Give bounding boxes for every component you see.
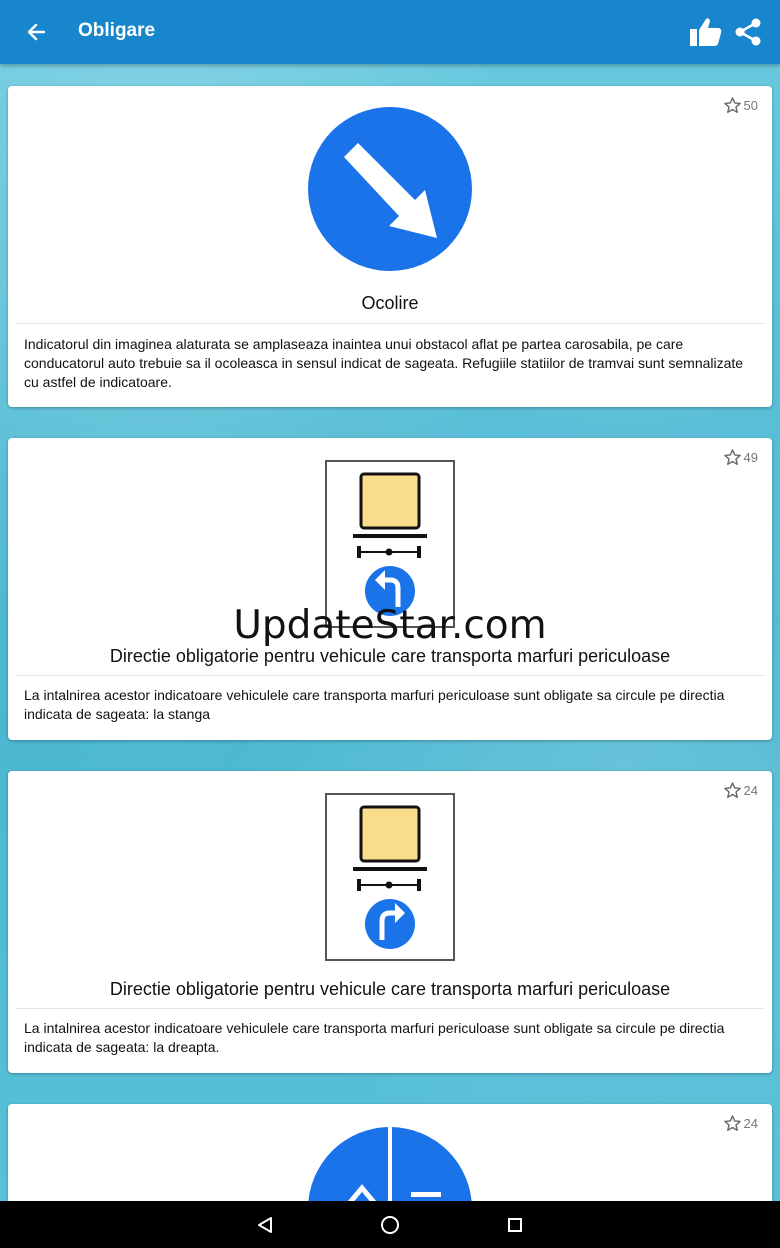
watermark: UpdateStar.com bbox=[233, 603, 547, 648]
nav-back-button[interactable] bbox=[249, 1209, 281, 1241]
system-navigation-bar bbox=[0, 1201, 780, 1248]
sign-image bbox=[8, 106, 772, 272]
sign-card[interactable]: 50 Ocolire Indicatorul din imaginea alat… bbox=[8, 86, 772, 407]
divider bbox=[16, 1008, 764, 1009]
card-title: Ocolire bbox=[361, 293, 419, 313]
sign-card[interactable]: 49 Directie obligatorie pentru vehicule … bbox=[8, 438, 772, 740]
app-bar: Obligare bbox=[0, 0, 780, 64]
keep-right-arrow-sign-icon bbox=[308, 107, 472, 271]
card-description: La intalnirea acestor indicatoare vehicu… bbox=[24, 687, 725, 722]
card-title: Directie obligatorie pentru vehicule car… bbox=[109, 979, 671, 999]
arrow-left-icon bbox=[27, 23, 46, 41]
nav-home-icon bbox=[381, 1216, 399, 1234]
divider bbox=[16, 323, 764, 324]
nav-back-icon bbox=[258, 1217, 272, 1233]
nav-recents-button[interactable] bbox=[499, 1209, 531, 1241]
thumbs-up-icon bbox=[690, 18, 722, 46]
sign-image bbox=[8, 793, 772, 961]
back-button[interactable] bbox=[18, 14, 54, 50]
sign-card[interactable]: 24 Directie obligatorie pentru vehicule … bbox=[8, 771, 772, 1073]
share-icon bbox=[735, 18, 761, 46]
page-title: Obligare bbox=[78, 20, 156, 41]
like-button[interactable] bbox=[686, 12, 726, 52]
card-description: La intalnirea acestor indicatoare vehicu… bbox=[24, 1020, 725, 1055]
dangerous-goods-turn-right-sign-icon bbox=[325, 793, 455, 961]
nav-home-button[interactable] bbox=[374, 1209, 406, 1241]
nav-recents-icon bbox=[508, 1218, 522, 1232]
share-button[interactable] bbox=[730, 12, 766, 52]
divider bbox=[16, 675, 764, 676]
card-title: Directie obligatorie pentru vehicule car… bbox=[109, 646, 671, 666]
card-description: Indicatorul din imaginea alaturata se am… bbox=[24, 336, 744, 390]
